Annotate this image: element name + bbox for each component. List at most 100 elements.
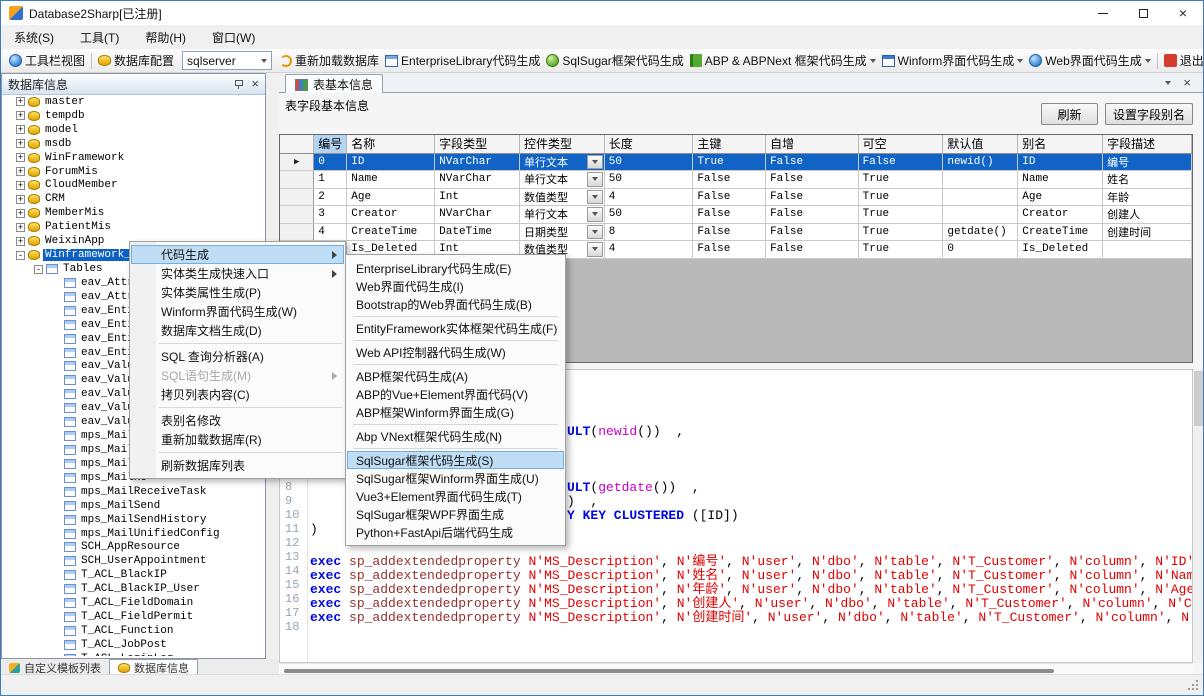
grid-cell[interactable]: False — [858, 153, 943, 171]
grid-cell[interactable]: 0 — [943, 241, 1018, 259]
expand-toggle[interactable]: + — [16, 153, 25, 162]
grid-cell[interactable]: 姓名 — [1103, 171, 1192, 189]
grid-cell[interactable]: ID — [1018, 153, 1103, 171]
menu-item[interactable]: Vue3+Element界面代码生成(T) — [347, 487, 564, 505]
table-row[interactable]: ▶0IDNVarChar单行文本50TrueFalseFalsenewid()I… — [280, 153, 1192, 171]
menu-item[interactable]: ABP的Vue+Element界面代码(V) — [347, 385, 564, 403]
toolbar-button-winform-codegen[interactable]: Winform界面代码生成 — [879, 50, 1027, 71]
grid-cell[interactable]: False — [693, 206, 766, 224]
tree-item[interactable]: +master — [4, 95, 263, 109]
grid-column-header[interactable]: 长度 — [604, 135, 693, 153]
minimize-button[interactable] — [1083, 1, 1123, 25]
grid-cell[interactable]: Creator — [347, 206, 435, 224]
grid-cell[interactable]: 3 — [314, 206, 347, 224]
tree-item[interactable]: +PatientMis — [4, 220, 263, 234]
grid-cell[interactable]: False — [693, 171, 766, 189]
grid-column-header[interactable]: 控件类型 — [519, 135, 604, 153]
expand-toggle[interactable]: + — [16, 223, 25, 232]
grid-cell[interactable]: NVarChar — [435, 153, 520, 171]
grid-cell[interactable]: False — [693, 223, 766, 241]
close-button[interactable]: × — [1163, 1, 1203, 25]
grid-cell[interactable]: DateTime — [435, 223, 520, 241]
grid-cell[interactable]: 4 — [314, 223, 347, 241]
grid-cell[interactable]: 0 — [314, 153, 347, 171]
menu-tools[interactable]: 工具(T) — [67, 25, 132, 50]
refresh-button[interactable]: 刷新 — [1041, 103, 1098, 125]
cell-dropdown-button[interactable] — [587, 207, 603, 222]
grid-cell[interactable]: Is_Deleted — [1018, 241, 1103, 259]
toolbar-button-abp-codegen[interactable]: ABP & ABPNext 框架代码生成 — [687, 50, 879, 71]
tree-item[interactable]: SCH_UserAppointment — [4, 554, 263, 568]
menu-item[interactable]: 表别名修改 — [131, 411, 344, 430]
tree-item[interactable]: T_ACL_FieldDomain — [4, 596, 263, 610]
tree-item[interactable]: +model — [4, 123, 263, 137]
tree-item[interactable]: +tempdb — [4, 109, 263, 123]
grid-cell[interactable]: False — [766, 241, 859, 259]
scrollbar-thumb[interactable] — [284, 669, 1054, 673]
tree-item[interactable]: mps_MailSend — [4, 499, 263, 513]
cell-dropdown-button[interactable] — [587, 172, 603, 187]
tree-item[interactable]: +WinFramework — [4, 151, 263, 165]
grid-cell[interactable]: True — [858, 171, 943, 189]
tree-item[interactable]: T_ACL_BlackIP_User — [4, 582, 263, 596]
tree-item[interactable]: mps_MailUnifiedConfig — [4, 527, 263, 541]
menu-item[interactable]: SqlSugar框架WPF界面生成 — [347, 505, 564, 523]
tree-item[interactable]: T_ACL_BlackIP — [4, 568, 263, 582]
grid-cell[interactable]: 2 — [314, 188, 347, 206]
grid-cell[interactable]: getdate() — [943, 223, 1018, 241]
grid-cell[interactable]: False — [766, 153, 859, 171]
grid-cell[interactable] — [943, 171, 1018, 189]
scrollbar-thumb[interactable] — [1194, 371, 1204, 426]
grid-cell[interactable]: 日期类型 — [519, 223, 604, 241]
expand-toggle[interactable]: + — [16, 111, 25, 120]
document-close-icon[interactable]: × — [1183, 77, 1191, 89]
expand-toggle[interactable]: - — [34, 265, 43, 274]
grid-cell[interactable]: 单行文本 — [519, 206, 604, 224]
grid-cell[interactable]: 1 — [314, 171, 347, 189]
table-row[interactable]: 3CreatorNVarChar单行文本50FalseFalseTrueCrea… — [280, 206, 1192, 224]
grid-cell[interactable]: 编号 — [1103, 153, 1192, 171]
grid-column-header[interactable]: 编号 — [314, 135, 347, 153]
grid-column-header[interactable]: 默认值 — [943, 135, 1018, 153]
row-header[interactable] — [280, 206, 314, 224]
menu-window[interactable]: 窗口(W) — [199, 25, 268, 50]
grid-column-header[interactable]: 主键 — [693, 135, 766, 153]
menu-item[interactable]: 刷新数据库列表 — [131, 456, 344, 475]
tree-item[interactable]: +MemberMis — [4, 206, 263, 220]
grid-cell[interactable]: 数值类型 — [519, 188, 604, 206]
menu-system[interactable]: 系统(S) — [1, 25, 67, 50]
toolbar-button-reload-db[interactable]: 重新加载数据库 — [277, 50, 382, 71]
table-row[interactable]: 1NameNVarChar单行文本50FalseFalseTrueName姓名 — [280, 171, 1192, 189]
menu-item[interactable]: ABP框架Winform界面生成(G) — [347, 403, 564, 421]
table-row[interactable]: 2AgeInt数值类型4FalseFalseTrueAge年龄 — [280, 188, 1192, 206]
grid-cell[interactable]: 50 — [604, 206, 693, 224]
grid-cell[interactable]: 4 — [604, 188, 693, 206]
grid-cell[interactable]: True — [858, 241, 943, 259]
toolbar-button-entlib-codegen[interactable]: EnterpriseLibrary代码生成 — [382, 50, 543, 71]
tree-item[interactable]: T_ACL_Function — [4, 624, 263, 638]
code-vertical-scrollbar[interactable] — [1193, 369, 1204, 663]
grid-cell[interactable]: False — [766, 206, 859, 224]
menu-item[interactable]: EntityFramework实体框架代码生成(F) — [347, 319, 564, 337]
expand-toggle[interactable]: + — [16, 97, 25, 106]
grid-column-header[interactable]: 别名 — [1018, 135, 1103, 153]
menu-item[interactable]: Python+FastApi后端代码生成 — [347, 523, 564, 541]
menu-item[interactable]: 拷贝列表内容(C) — [131, 385, 344, 404]
grid-column-header[interactable]: 字段描述 — [1103, 135, 1192, 153]
menu-item[interactable]: Bootstrap的Web界面代码生成(B) — [347, 295, 564, 313]
grid-cell[interactable]: True — [693, 153, 766, 171]
menu-item[interactable]: 代码生成 — [131, 245, 344, 264]
grid-cell[interactable]: 年龄 — [1103, 188, 1192, 206]
tab-list-chevron-icon[interactable] — [1165, 81, 1171, 85]
grid-cell[interactable]: Age — [347, 188, 435, 206]
expand-toggle[interactable]: + — [16, 181, 25, 190]
grid-cell[interactable]: 4 — [604, 241, 693, 259]
tree-item[interactable]: T_ACL_FieldPermit — [4, 610, 263, 624]
grid-cell[interactable]: False — [766, 188, 859, 206]
tree-item[interactable]: +msdb — [4, 137, 263, 151]
panel-close-icon[interactable]: × — [251, 78, 259, 90]
menu-item[interactable]: 实体类生成快速入口 — [131, 264, 344, 283]
menu-item[interactable]: SqlSugar框架代码生成(S) — [347, 451, 564, 469]
menu-item[interactable]: SqlSugar框架Winform界面生成(U) — [347, 469, 564, 487]
database-type-combobox[interactable]: sqlserver — [182, 51, 272, 70]
